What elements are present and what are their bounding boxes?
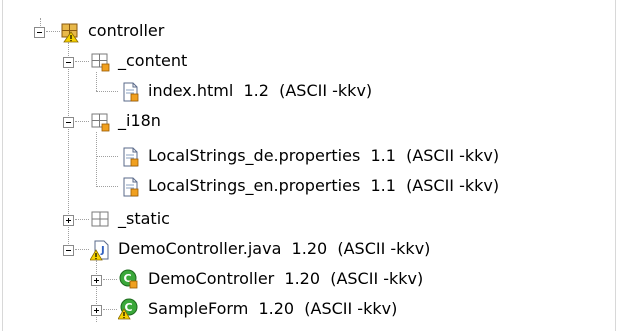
tree-connector <box>75 61 89 62</box>
tree-node-label: controller <box>88 21 165 40</box>
tree-node-static[interactable]: _static <box>0 206 618 236</box>
package-icon <box>91 211 109 227</box>
expand-toggle-icon[interactable] <box>91 275 102 286</box>
class-icon: C <box>119 269 138 289</box>
tree-node-localstrings-de[interactable]: LocalStrings_de.properties 1.1 (ASCII -k… <box>0 143 618 173</box>
tree-connector <box>103 309 117 310</box>
class-warning-icon: C <box>118 298 138 320</box>
tree-node-label: index.html 1.2 (ASCII -kkv) <box>148 81 373 100</box>
tree-connector <box>75 219 89 220</box>
tree-node-label: LocalStrings_de.properties 1.1 (ASCII -k… <box>148 146 500 165</box>
tree-node-content[interactable]: _content <box>0 48 618 78</box>
tree-connector <box>75 249 89 250</box>
tree-node-label: SampleForm 1.20 (ASCII -kkv) <box>148 299 398 318</box>
tree-connector <box>75 121 89 122</box>
file-icon <box>123 147 139 167</box>
tree-node-label: _static <box>118 209 170 228</box>
package-modified-icon <box>91 113 110 132</box>
tree-connector <box>96 156 118 157</box>
svg-text:J: J <box>100 245 105 256</box>
tree-connector <box>96 72 97 91</box>
collapse-toggle-icon[interactable] <box>63 57 74 68</box>
tree-node-label: LocalStrings_en.properties 1.1 (ASCII -k… <box>148 176 500 195</box>
tree-node-sampleform[interactable]: C SampleForm 1.20 (ASCII -kkv) <box>0 296 618 326</box>
java-file-warning-icon: J <box>90 240 109 261</box>
package-modified-icon <box>91 53 110 72</box>
tree-connector <box>96 91 118 92</box>
file-icon <box>123 82 139 102</box>
tree-node-localstrings-en[interactable]: LocalStrings_en.properties 1.1 (ASCII -k… <box>0 173 618 203</box>
expand-toggle-icon[interactable] <box>63 215 74 226</box>
tree-connector <box>40 18 41 26</box>
tree-node-i18n[interactable]: _i18n <box>0 108 618 138</box>
tree-connector <box>96 186 118 187</box>
collapse-toggle-icon[interactable] <box>63 117 74 128</box>
tree-node-index-html[interactable]: index.html 1.2 (ASCII -kkv) <box>0 72 618 108</box>
tree-node-label: DemoController.java 1.20 (ASCII -kkv) <box>118 239 431 258</box>
tree-node-label: _content <box>118 51 188 70</box>
tree-connector <box>46 31 60 32</box>
tree-connector <box>103 279 117 280</box>
tree-node-controller[interactable]: controller <box>0 18 618 48</box>
tree-node-democontroller-java[interactable]: J DemoController.java 1.20 (ASCII -kkv) <box>0 236 618 266</box>
collapse-toggle-icon[interactable] <box>34 27 45 38</box>
collapse-toggle-icon[interactable] <box>63 245 74 256</box>
tree-node-label: _i18n <box>118 111 161 130</box>
file-icon <box>123 177 139 197</box>
tree-node-democontroller-class[interactable]: C DemoController 1.20 (ASCII -kkv) <box>0 266 618 296</box>
package-warning-icon <box>61 23 79 43</box>
expand-toggle-icon[interactable] <box>91 305 102 316</box>
tree-node-label: DemoController 1.20 (ASCII -kkv) <box>148 269 424 288</box>
